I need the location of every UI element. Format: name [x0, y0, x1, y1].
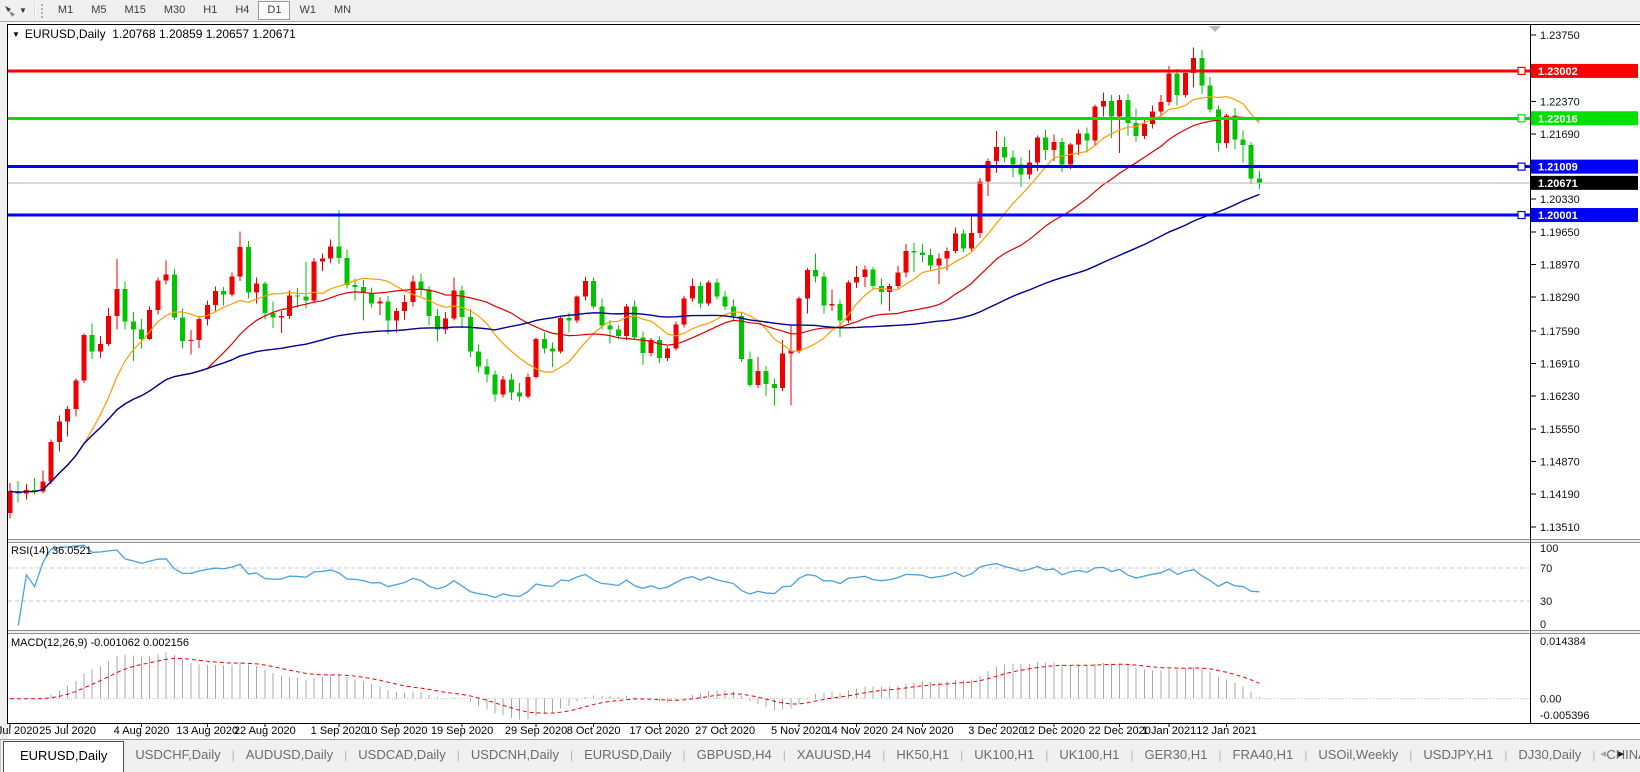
svg-text:10 Sep 2020: 10 Sep 2020: [365, 725, 427, 737]
svg-text:1.18290: 1.18290: [1540, 292, 1580, 304]
tab-scroll-right-icon[interactable]: ►: [1616, 749, 1634, 760]
tab-fra40-h1[interactable]: FRA40,H1: [1222, 740, 1305, 772]
svg-text:25 Jul 2020: 25 Jul 2020: [39, 725, 96, 737]
svg-text:1.17590: 1.17590: [1540, 326, 1580, 338]
toolbar: ▼ M1 M5 M15 M30 H1 H4 D1 W1 MN: [0, 0, 1640, 22]
timeframe-m30-button[interactable]: M30: [155, 1, 194, 20]
tab-usdcad-daily[interactable]: USDCAD,Daily: [347, 740, 456, 772]
svg-text:1.14190: 1.14190: [1540, 489, 1580, 501]
svg-text:1.23002: 1.23002: [1538, 66, 1578, 78]
chart-title: ▼ EURUSD,Daily 1.20768 1.20859 1.20657 1.…: [12, 27, 296, 41]
svg-text:1.13510: 1.13510: [1540, 522, 1580, 534]
svg-text:1.22016: 1.22016: [1538, 113, 1578, 125]
arrow-tool-icon[interactable]: [1, 3, 19, 19]
tab-uk100-h1[interactable]: UK100,H1: [1048, 740, 1130, 772]
svg-text:1.15550: 1.15550: [1540, 424, 1580, 436]
svg-text:1.20001: 1.20001: [1538, 210, 1578, 222]
tab-uk100-h1[interactable]: UK100,H1: [963, 740, 1045, 772]
svg-text:1.20330: 1.20330: [1540, 194, 1580, 206]
tab-ger30-h1[interactable]: GER30,H1: [1134, 740, 1219, 772]
tab-usoil-weekly[interactable]: USOil,Weekly: [1307, 740, 1409, 772]
svg-text:1.14870: 1.14870: [1540, 456, 1580, 468]
svg-text:1 Sep 2020: 1 Sep 2020: [311, 725, 367, 737]
tab-usdchf-daily[interactable]: USDCHF,Daily: [124, 740, 231, 772]
svg-text:3 Dec 2020: 3 Dec 2020: [968, 725, 1024, 737]
tab-scroll-left-icon[interactable]: ◄: [1598, 749, 1616, 760]
svg-text:13 Aug 2020: 13 Aug 2020: [176, 725, 238, 737]
svg-text:5 Nov 2020: 5 Nov 2020: [771, 725, 827, 737]
svg-text:4 Aug 2020: 4 Aug 2020: [114, 725, 170, 737]
svg-text:29 Sep 2020: 29 Sep 2020: [505, 725, 567, 737]
tab-xauusd-h4[interactable]: XAUUSD,H4: [786, 740, 882, 772]
timeframe-w1-button[interactable]: W1: [290, 1, 325, 20]
svg-text:8 Oct 2020: 8 Oct 2020: [567, 725, 621, 737]
timeframe-d1-button[interactable]: D1: [258, 1, 290, 20]
svg-text:30: 30: [1540, 596, 1552, 608]
chart-ohlc-quote: 1.20768 1.20859 1.20657 1.20671: [112, 27, 296, 41]
tab-hk50-h1[interactable]: HK50,H1: [885, 740, 960, 772]
timeframe-m5-button[interactable]: M5: [82, 1, 115, 20]
tab-dj30-daily[interactable]: DJ30,Daily: [1507, 740, 1592, 772]
timeframe-mn-button[interactable]: MN: [325, 1, 360, 20]
svg-text:1.21690: 1.21690: [1540, 129, 1580, 141]
svg-text:70: 70: [1540, 563, 1552, 575]
timeframe-m1-button[interactable]: M1: [49, 1, 82, 20]
svg-text:12 Jan 2021: 12 Jan 2021: [1196, 725, 1257, 737]
tool-dropdown-icon[interactable]: ▼: [19, 6, 27, 15]
svg-text:0: 0: [1540, 619, 1546, 631]
tab-eurusd-daily[interactable]: EURUSD,Daily: [3, 741, 124, 772]
svg-text:1.16230: 1.16230: [1540, 391, 1580, 403]
svg-text:1 Jan 2021: 1 Jan 2021: [1142, 725, 1196, 737]
svg-text:1.21009: 1.21009: [1538, 162, 1578, 174]
svg-text:-0.005396: -0.005396: [1540, 710, 1590, 722]
svg-text:0.014384: 0.014384: [1540, 636, 1586, 648]
timeframe-h1-button[interactable]: H1: [194, 1, 226, 20]
symbol-tabbar: EURUSD,DailyUSDCHF,Daily|AUDUSD,Daily|US…: [0, 739, 1640, 772]
svg-text:1.20671: 1.20671: [1538, 178, 1578, 190]
chart-symbol-label: EURUSD,Daily: [25, 27, 106, 41]
timeframe-h4-button[interactable]: H4: [226, 1, 258, 20]
svg-text:12 Dec 2020: 12 Dec 2020: [1023, 725, 1085, 737]
tab-usdcnh-daily[interactable]: USDCNH,Daily: [460, 740, 570, 772]
tabbar-grip: [0, 740, 1, 772]
svg-text:1.18970: 1.18970: [1540, 260, 1580, 272]
svg-text:1.23750: 1.23750: [1540, 30, 1580, 42]
svg-text:14 Nov 2020: 14 Nov 2020: [825, 725, 887, 737]
svg-text:17 Oct 2020: 17 Oct 2020: [629, 725, 689, 737]
tab-audusd-daily[interactable]: AUDUSD,Daily: [235, 740, 344, 772]
svg-text:1.16910: 1.16910: [1540, 358, 1580, 370]
rsi-indicator-label: RSI(14) 36.0521: [11, 545, 92, 557]
svg-text:1.19650: 1.19650: [1540, 227, 1580, 239]
svg-text:27 Oct 2020: 27 Oct 2020: [695, 725, 755, 737]
svg-text:1.22370: 1.22370: [1540, 96, 1580, 108]
toolbar-separator: [34, 3, 36, 19]
svg-text:16 Jul 2020: 16 Jul 2020: [0, 725, 38, 737]
macd-indicator-label: MACD(12,26,9) -0.001062 0.002156: [11, 637, 189, 649]
svg-text:19 Sep 2020: 19 Sep 2020: [431, 725, 493, 737]
tab-gbpusd-h4[interactable]: GBPUSD,H4: [686, 740, 783, 772]
svg-text:0.00: 0.00: [1540, 694, 1561, 706]
collapse-chart-icon[interactable]: ▼: [12, 30, 20, 39]
toolbar-grip[interactable]: [41, 4, 43, 18]
timeframe-m15-button[interactable]: M15: [115, 1, 154, 20]
chart-canvas[interactable]: 1.23002 1.22016 1.21009 1.20001 1.20671 1.237…: [0, 0, 1640, 739]
svg-text:22 Aug 2020: 22 Aug 2020: [234, 725, 296, 737]
tab-eurusd-daily[interactable]: EURUSD,Daily: [573, 740, 682, 772]
svg-text:24 Nov 2020: 24 Nov 2020: [891, 725, 953, 737]
svg-text:100: 100: [1540, 543, 1558, 555]
tab-usdjpy-h1[interactable]: USDJPY,H1: [1412, 740, 1504, 772]
tab-scroll-buttons: ◄►: [1598, 749, 1634, 760]
